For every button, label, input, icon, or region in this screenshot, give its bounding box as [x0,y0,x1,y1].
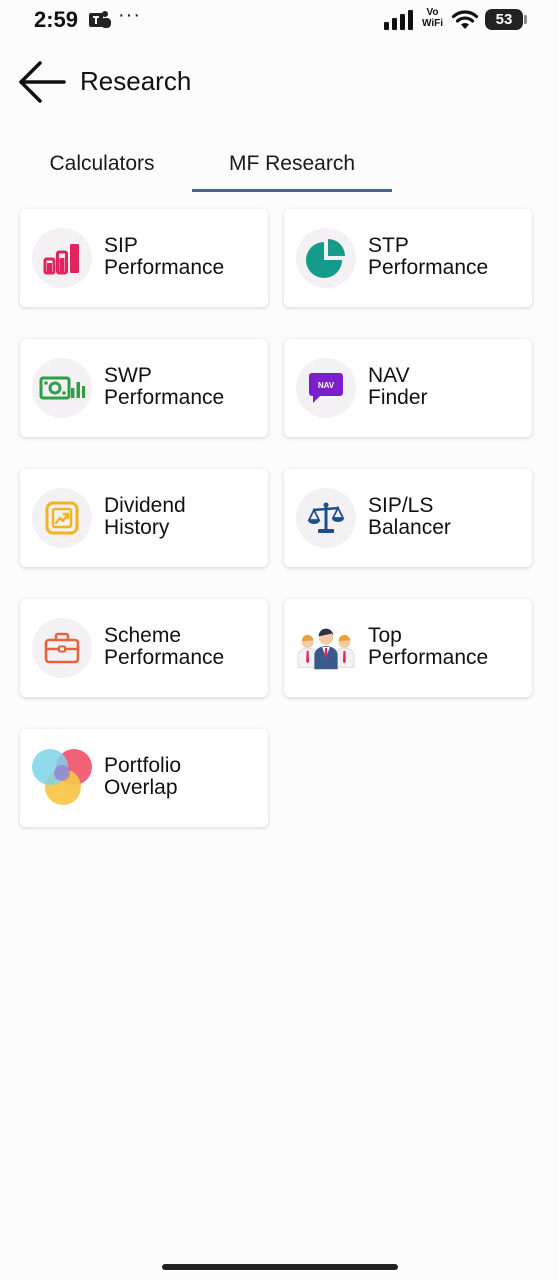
card-title-line2: Finder [368,386,428,409]
status-bar: 2:59 ··· Vo WiFi 53 [0,0,559,44]
card-title-line2: Performance [368,256,489,279]
card-nav-finder[interactable]: NAV NAV Finder [284,339,532,437]
wifi-label: WiFi [422,18,444,29]
back-button[interactable] [16,58,68,104]
tab-calculators[interactable]: Calculators [24,140,180,194]
scale-icon [296,488,356,548]
page-title: Research [80,66,192,96]
card-title-line1: Dividend [104,494,186,517]
tab-mf-research[interactable]: MF Research [192,140,392,194]
card-title-line2: Performance [104,256,225,279]
card-title-line2: Performance [104,646,225,669]
pie-chart-icon [296,228,356,288]
card-portfolio-overlap[interactable]: Portfolio Overlap [20,729,268,827]
tab-selected-indicator [192,189,392,192]
wifi-icon [451,9,479,35]
card-sip-ls-balancer[interactable]: SIP/LS Balancer [284,469,532,567]
app-header: Research [0,56,559,106]
nav-chat-icon: NAV [296,358,356,418]
card-swp-performance[interactable]: SWP Performance [20,339,268,437]
back-arrow-icon [19,61,66,103]
card-title-line1: NAV [368,364,410,387]
card-sip-performance[interactable]: SIP Performance [20,209,268,307]
status-time: 2:59 [34,7,79,32]
nav-badge-text: NAV [318,381,335,390]
bar-chart-icon [32,228,92,288]
card-title-line2: History [104,516,170,539]
venn-icon [30,745,96,811]
card-title-line1: SIP [104,234,138,257]
briefcase-icon [32,618,92,678]
teams-icon [88,9,112,36]
tab-calculators-label: Calculators [49,152,155,175]
battery-indicator: 53 [485,9,527,30]
card-dividend-history[interactable]: Dividend History [20,469,268,567]
card-title-line1: Top [368,624,402,647]
card-top-performance[interactable]: Top Performance [284,599,532,697]
team-icon [296,618,356,678]
card-title-line2: Overlap [104,776,178,799]
card-title-line1: Portfolio [104,754,182,777]
card-title-line2: Performance [368,646,489,669]
money-chart-icon [32,358,92,418]
card-title-line1: SWP [104,364,152,387]
card-title-line1: SIP/LS [368,494,434,517]
card-title-line2: Balancer [368,516,451,539]
more-notifications-icon: ··· [118,4,141,26]
card-title-line2: Performance [104,386,225,409]
signal-icon [384,10,416,35]
card-title-line1: STP [368,234,409,257]
card-title-line1: Scheme [104,624,182,647]
trend-frame-icon [32,488,92,548]
card-scheme-performance[interactable]: Scheme Performance [20,599,268,697]
tab-mf-research-label: MF Research [228,152,356,175]
home-indicator[interactable] [162,1264,398,1270]
tab-bar: Calculators MF Research [0,140,559,194]
card-stp-performance[interactable]: STP Performance [284,209,532,307]
vo-label: Vo [426,7,439,18]
vowifi-indicator: Vo WiFi [422,7,443,29]
